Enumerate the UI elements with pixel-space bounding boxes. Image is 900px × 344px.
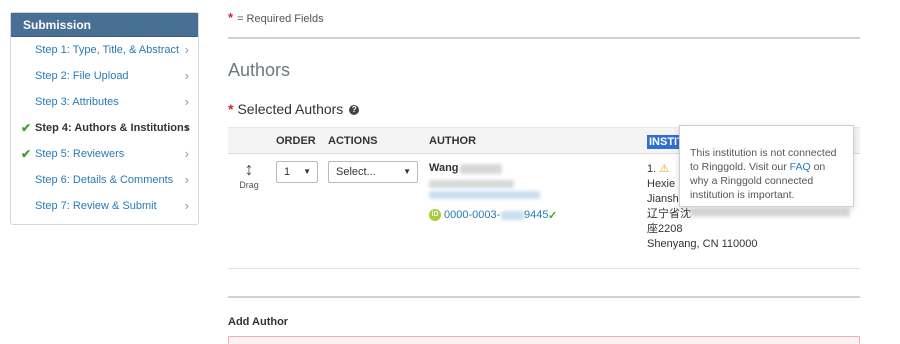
chevron-right-icon: › — [184, 68, 189, 83]
add-author-form-box — [228, 336, 860, 344]
sidebar-item-step2[interactable]: Step 2: File Upload › — [11, 63, 198, 89]
required-fields-note: * = Required Fields — [228, 10, 324, 25]
required-star: * — [228, 101, 234, 117]
sidebar-item-label: Step 6: Details & Comments — [35, 174, 174, 186]
sidebar-item-label: Step 5: Reviewers — [35, 148, 125, 160]
institution-address: Shenyang, CN 110000 — [647, 238, 758, 250]
sidebar-item-step1[interactable]: Step 1: Type, Title, & Abstract › — [11, 37, 198, 63]
ringgold-tooltip: This institution is not connected to Rin… — [679, 125, 854, 207]
actions-select-value: Select... — [336, 166, 376, 178]
redacted-text — [690, 209, 850, 217]
selected-authors-label: Selected Authors — [237, 101, 344, 117]
sidebar-item-step6[interactable]: Step 6: Details & Comments › — [11, 167, 198, 193]
check-icon: ✔ — [21, 147, 32, 161]
add-author-title: Add Author — [228, 316, 289, 328]
column-header-actions: ACTIONS — [328, 135, 378, 147]
help-circle-icon[interactable]: ? — [349, 105, 360, 116]
chevron-right-icon: › — [184, 42, 189, 57]
drag-handle[interactable]: ↕ Drag — [238, 160, 260, 190]
warning-icon[interactable]: ⚠ — [659, 162, 669, 177]
check-icon: ✔ — [21, 121, 32, 135]
column-header-author: AUTHOR — [429, 135, 477, 147]
selected-authors-title: * Selected Authors ? — [228, 101, 360, 117]
chevron-right-icon: › — [184, 146, 189, 161]
orcid-link-suffix[interactable]: 9445 — [524, 209, 548, 221]
sidebar-item-label: Step 4: Authors & Institutions — [35, 122, 190, 134]
redacted-email — [429, 191, 540, 199]
chevron-right-icon: › — [184, 94, 189, 109]
author-name: Wang — [429, 162, 459, 174]
chevron-down-icon: ▼ — [303, 167, 311, 176]
order-select[interactable]: 1 ▼ — [276, 161, 318, 183]
required-star: * — [228, 10, 234, 25]
orcid-icon: iD — [429, 209, 441, 221]
submission-sidebar: Submission Step 1: Type, Title, & Abstra… — [10, 12, 199, 225]
redacted-orcid — [501, 211, 524, 220]
sidebar-item-label: Step 3: Attributes — [35, 96, 119, 108]
drag-handle-icon: ↕ — [244, 159, 254, 179]
drag-label: Drag — [239, 180, 259, 190]
divider — [228, 296, 860, 298]
chevron-right-icon: › — [184, 120, 189, 135]
sidebar-item-step3[interactable]: Step 3: Attributes › — [11, 89, 198, 115]
chevron-right-icon: › — [184, 198, 189, 213]
main-content: * = Required Fields Authors * Selected Aut… — [228, 0, 860, 344]
required-note-text: = Required Fields — [237, 13, 324, 25]
chevron-right-icon: › — [184, 172, 189, 187]
sidebar-item-step4[interactable]: ✔ Step 4: Authors & Institutions › — [11, 115, 198, 141]
sidebar-item-label: Step 7: Review & Submit — [35, 200, 157, 212]
institution-index: 1. — [647, 163, 657, 175]
faq-link[interactable]: FAQ — [790, 161, 811, 173]
sidebar-item-step7[interactable]: Step 7: Review & Submit › — [11, 193, 198, 219]
sidebar-item-step5[interactable]: ✔ Step 5: Reviewers › — [11, 141, 198, 167]
redacted-text — [460, 164, 502, 174]
orcid-link-prefix[interactable]: 0000-0003- — [444, 209, 500, 221]
sidebar-header: Submission — [11, 13, 198, 37]
redacted-text — [429, 180, 514, 188]
actions-select[interactable]: Select... ▼ — [328, 161, 418, 183]
check-icon: ✓ — [548, 210, 558, 222]
institution-line-5: 座2208 — [647, 223, 683, 235]
sidebar-item-label: Step 1: Type, Title, & Abstract — [35, 44, 180, 56]
divider — [228, 268, 860, 269]
chevron-down-icon: ▼ — [403, 167, 411, 176]
sidebar-item-label: Step 2: File Upload — [35, 70, 129, 82]
order-select-value: 1 — [284, 166, 291, 178]
column-header-order: ORDER — [276, 135, 316, 147]
sidebar-steps: Step 1: Type, Title, & Abstract › Step 2… — [11, 37, 198, 219]
divider — [228, 37, 860, 39]
section-title-authors: Authors — [228, 60, 291, 80]
